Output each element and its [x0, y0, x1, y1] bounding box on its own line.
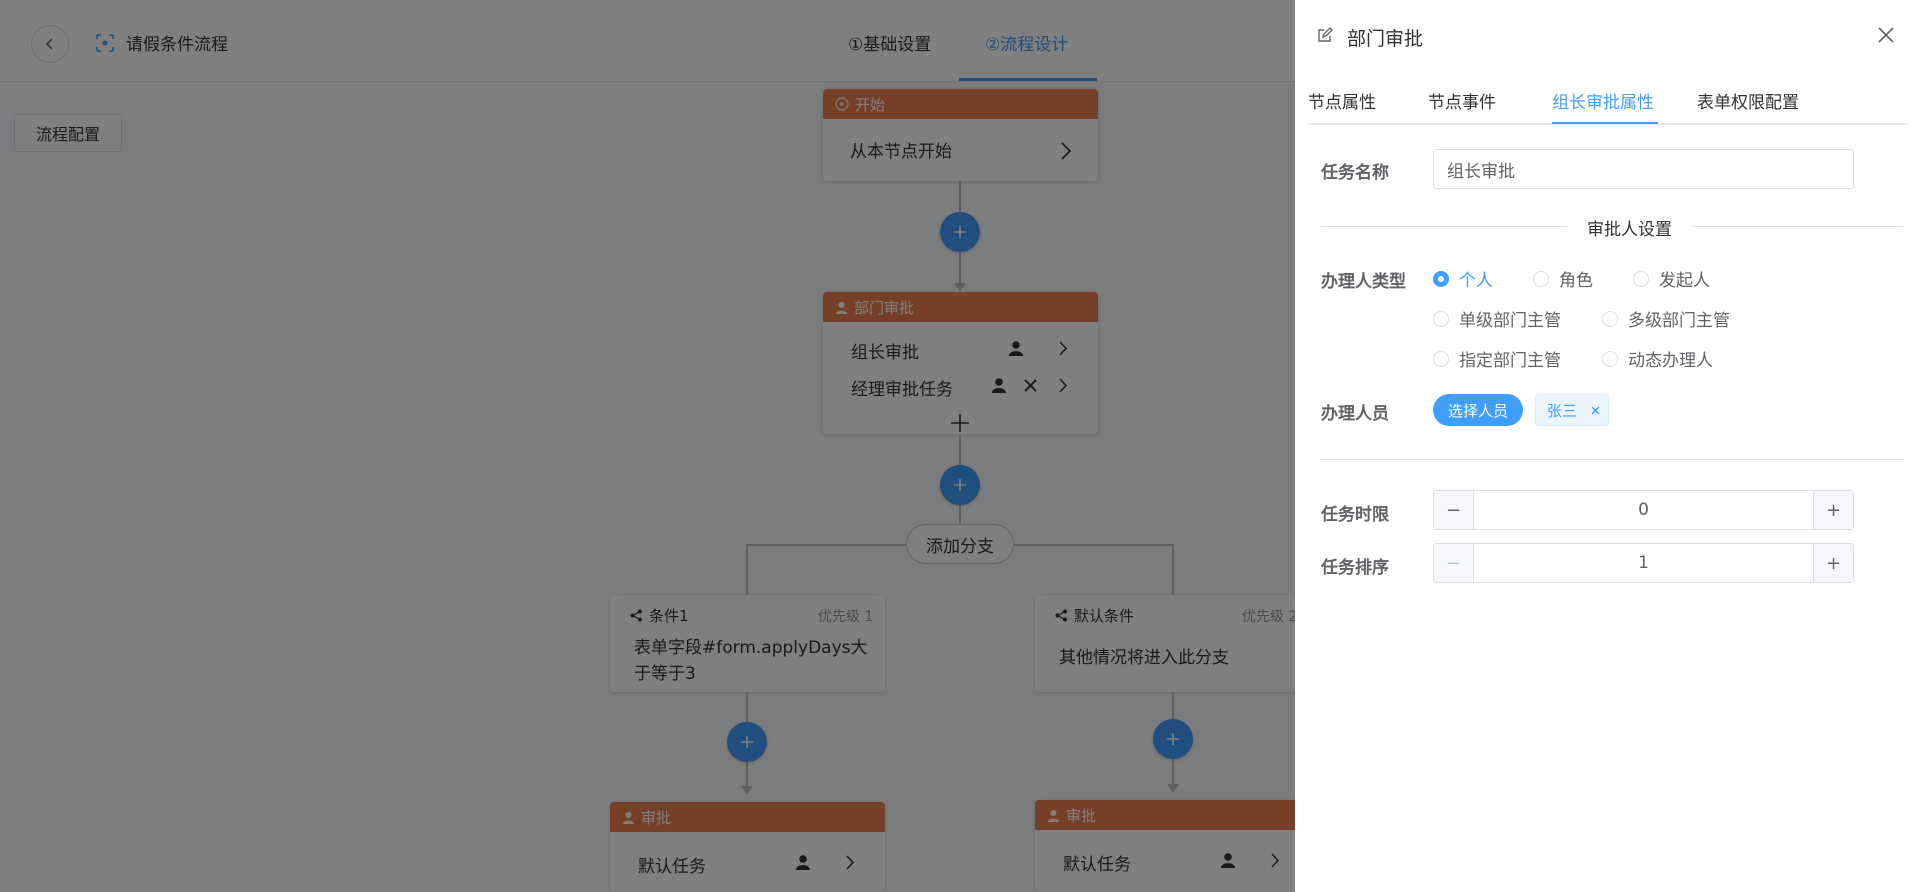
active-tab-underline	[1552, 122, 1658, 124]
radio-single-dept-manager[interactable]: 单级部门主管	[1433, 306, 1561, 331]
task-limit-value[interactable]: 0	[1474, 491, 1813, 529]
drawer-tabs: 节点属性 节点事件 组长审批属性 表单权限配置	[1308, 84, 1908, 125]
radio-label: 角色	[1559, 271, 1593, 291]
task-name-input[interactable]: 组长审批	[1433, 149, 1854, 189]
handlers-label: 办理人员	[1321, 404, 1389, 424]
radio-label: 动态办理人	[1628, 351, 1713, 371]
node-config-drawer: 部门审批 节点属性 节点事件 组长审批属性 表单权限配置 任务名称 组长审批 审…	[1295, 0, 1920, 892]
radio-label: 指定部门主管	[1459, 351, 1561, 371]
radio-dot	[1602, 350, 1618, 367]
edit-icon	[1318, 27, 1333, 42]
radio-multi-dept-manager[interactable]: 多级部门主管	[1602, 306, 1730, 331]
task-name-label: 任务名称	[1321, 163, 1389, 183]
drawer-title: 部门审批	[1347, 28, 1424, 50]
tab-node-properties[interactable]: 节点属性	[1308, 88, 1376, 113]
radio-dot	[1433, 270, 1449, 287]
radio-dot	[1433, 350, 1449, 367]
tab-leader-approval-properties[interactable]: 组长审批属性	[1552, 88, 1654, 113]
radio-label: 多级部门主管	[1628, 311, 1730, 331]
task-limit-label: 任务时限	[1321, 505, 1389, 525]
increment-button[interactable]: +	[1813, 544, 1853, 582]
radio-label: 个人	[1459, 271, 1493, 291]
approver-section-title: 审批人设置	[1567, 215, 1692, 240]
radio-individual[interactable]: 个人	[1433, 266, 1493, 291]
task-order-stepper: − 1 +	[1433, 543, 1854, 583]
select-user-button[interactable]: 选择人员	[1433, 394, 1523, 426]
radio-dot	[1433, 310, 1449, 327]
tag-label: 张三	[1547, 401, 1578, 420]
task-limit-stepper: − 0 +	[1433, 490, 1854, 530]
radio-initiator[interactable]: 发起人	[1633, 266, 1710, 291]
section-divider	[1321, 459, 1903, 460]
decrement-button[interactable]: −	[1434, 544, 1474, 582]
task-order-value[interactable]: 1	[1474, 544, 1813, 582]
decrement-button[interactable]: −	[1434, 491, 1474, 529]
radio-dot	[1633, 270, 1649, 287]
tab-node-events[interactable]: 节点事件	[1428, 88, 1496, 113]
radio-specified-dept-manager[interactable]: 指定部门主管	[1433, 346, 1561, 371]
close-icon[interactable]	[1877, 26, 1895, 44]
increment-button[interactable]: +	[1813, 491, 1853, 529]
task-order-label: 任务排序	[1321, 558, 1389, 578]
radio-dynamic-handler[interactable]: 动态办理人	[1602, 346, 1713, 371]
radio-label: 单级部门主管	[1459, 311, 1561, 331]
radio-dot	[1602, 310, 1618, 327]
tab-form-permissions[interactable]: 表单权限配置	[1697, 88, 1799, 113]
radio-role[interactable]: 角色	[1533, 266, 1593, 291]
close-icon[interactable]	[1591, 406, 1600, 415]
handler-tag: 张三	[1535, 394, 1609, 426]
handler-type-label: 办理人类型	[1321, 272, 1406, 292]
radio-dot	[1533, 270, 1549, 287]
radio-label: 发起人	[1659, 271, 1710, 291]
